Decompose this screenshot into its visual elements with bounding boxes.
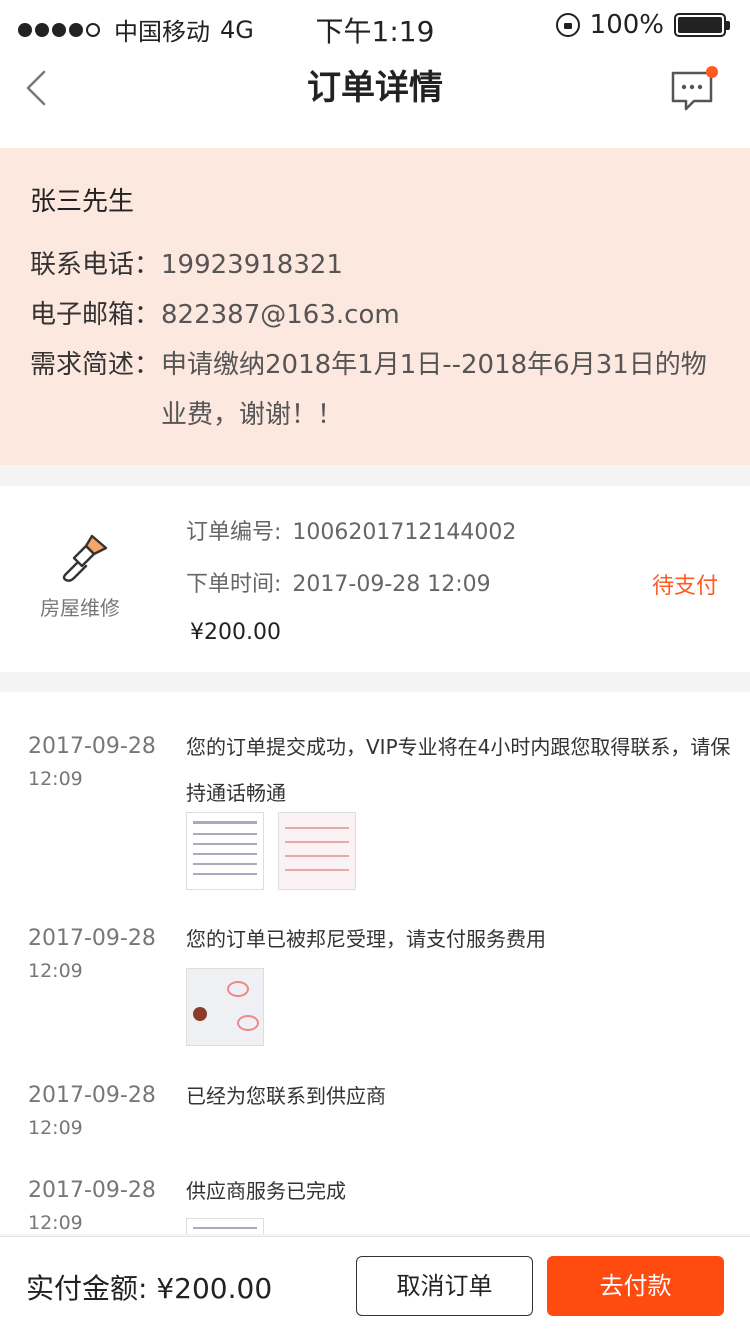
nav-bar: 订单详情 [0, 54, 750, 148]
phone-value: 19923918321 [161, 250, 343, 280]
customer-info-card: 张三先生 联系电话： 19923918321 电子邮箱： 822387@163.… [0, 148, 750, 465]
email-row: 电子邮箱： 822387@163.com [30, 290, 720, 340]
timeline-text: 供应商服务已完成 [186, 1179, 346, 1203]
battery-percent: 100% [589, 10, 664, 40]
total-value: ¥200.00 [156, 1272, 273, 1305]
unread-badge [706, 66, 718, 78]
order-summary-card: 订单编号: 1006201712144002 下单时间: 2017-09-28 … [0, 486, 750, 672]
order-price: ¥200.00 [190, 620, 281, 645]
order-timeline: 2017-09-28 12:09 您的订单提交成功，VIP专业将在4小时内跟您取… [0, 692, 750, 1234]
timeline-date: 2017-09-28 [28, 926, 156, 951]
pay-button[interactable]: 去付款 [547, 1256, 724, 1316]
timeline-text: 已经为您联系到供应商 [186, 1084, 386, 1108]
timeline-images [186, 812, 356, 890]
order-status-badge: 待支付 [651, 574, 718, 599]
service-name: 房屋维修 [40, 596, 120, 620]
timeline-time: 12:09 [28, 960, 83, 982]
description-label: 需求简述： [30, 350, 161, 380]
timeline-date: 2017-09-28 [28, 1178, 156, 1203]
bottom-action-bar: 实付金额: ¥200.00 取消订单 去付款 [0, 1236, 750, 1334]
paint-brush-icon [56, 532, 112, 582]
order-time-label: 下单时间: [186, 572, 282, 597]
total-label: 实付金额: [26, 1272, 148, 1305]
timeline-time: 12:09 [28, 1117, 83, 1139]
battery-icon [674, 13, 730, 37]
timeline-date: 2017-09-28 [28, 734, 156, 759]
order-time-row: 下单时间: 2017-09-28 12:09 [186, 566, 491, 598]
order-number-row: 订单编号: 1006201712144002 [186, 514, 516, 546]
description-value: 申请缴纳2018年1月1日--2018年6月31日的物业费，谢谢！！ [161, 350, 707, 430]
timeline-text: 您的订单提交成功，VIP专业将在4小时内跟您取得联系，请保持通话畅通 [186, 735, 731, 805]
status-bar: 中国移动 4G 下午1:19 100% [0, 0, 750, 54]
timeline-images [186, 968, 264, 1046]
order-number-label: 订单编号: [186, 520, 282, 545]
order-time-value: 2017-09-28 12:09 [292, 572, 491, 597]
attachment-thumbnail[interactable] [186, 812, 264, 890]
timeline-date: 2017-09-28 [28, 1083, 156, 1108]
page-title: 订单详情 [307, 68, 443, 108]
phone-label: 联系电话： [30, 250, 161, 280]
timeline-images [186, 1218, 264, 1234]
cancel-order-button[interactable]: 取消订单 [356, 1256, 533, 1316]
timeline-time: 12:09 [28, 768, 83, 790]
timeline-time: 12:09 [28, 1212, 83, 1234]
customer-name: 张三先生 [30, 187, 135, 217]
attachment-thumbnail[interactable] [186, 1218, 264, 1234]
order-number-value: 1006201712144002 [292, 520, 517, 545]
description-row: 需求简述： 申请缴纳2018年1月1日--2018年6月31日的物业费，谢谢！！ [30, 340, 720, 440]
total-amount: 实付金额: ¥200.00 [26, 1267, 272, 1307]
attachment-thumbnail[interactable] [278, 812, 356, 890]
email-label: 电子邮箱： [30, 300, 161, 330]
message-button[interactable] [670, 64, 720, 111]
timeline-text: 您的订单已被邦尼受理，请支付服务费用 [186, 927, 546, 951]
attachment-thumbnail[interactable] [186, 968, 264, 1046]
phone-row: 联系电话： 19923918321 [30, 240, 720, 290]
orientation-lock-icon [555, 13, 580, 37]
email-value: 822387@163.com [161, 300, 400, 330]
status-right: 100% [555, 10, 730, 40]
